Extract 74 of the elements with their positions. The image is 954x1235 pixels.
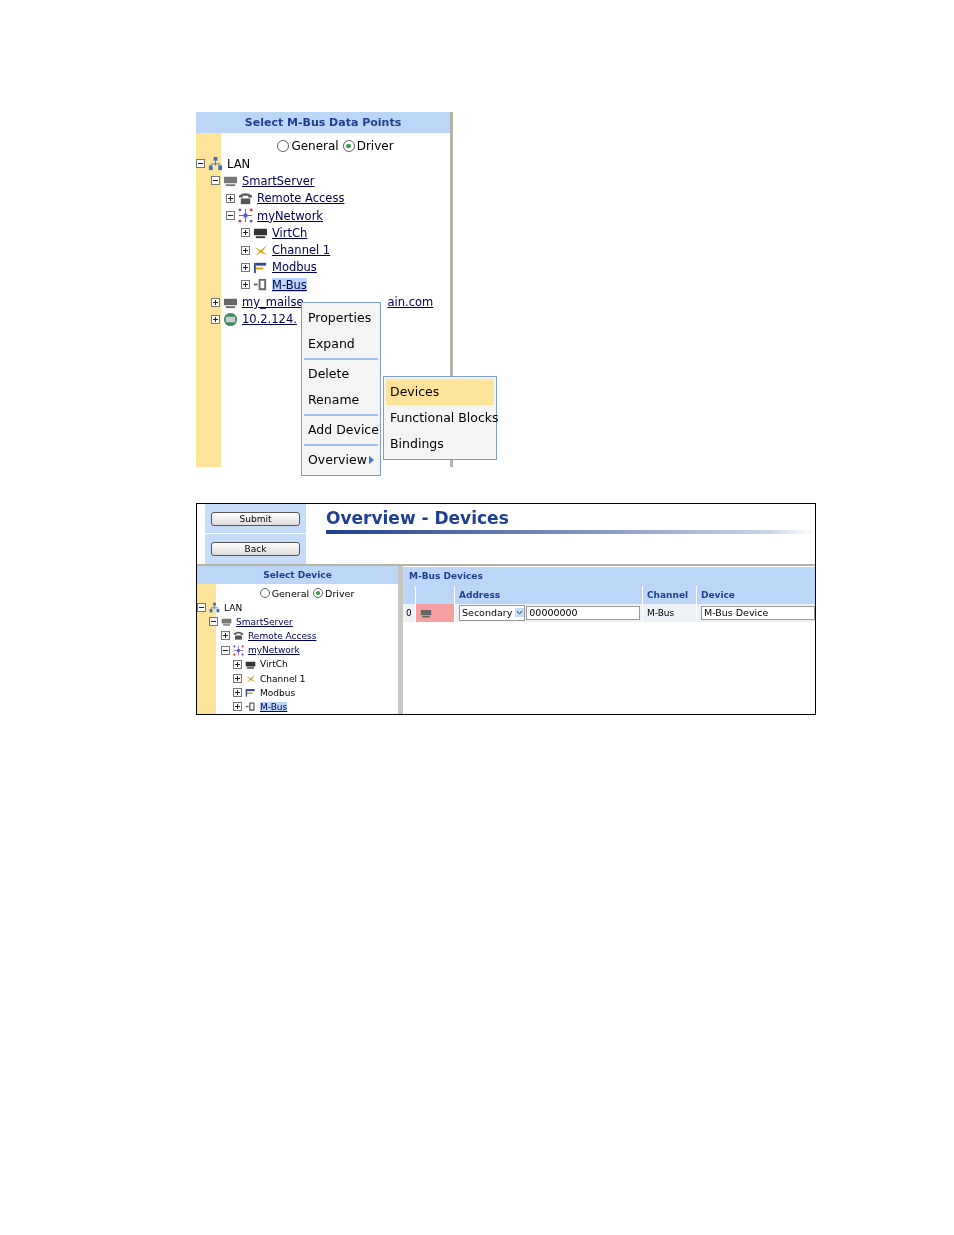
tree-item[interactable]: Remote Access <box>257 191 345 206</box>
tree-item[interactable]: my_mailse <box>242 295 304 309</box>
tree-item[interactable]: ain.com <box>387 295 434 309</box>
tree-item[interactable]: Channel 1 <box>272 243 331 258</box>
tree-item[interactable]: LAN <box>224 602 243 613</box>
tree-item[interactable]: M-Bus <box>272 277 307 292</box>
network-icon <box>208 156 223 172</box>
radio-label: General <box>271 587 310 599</box>
form-button[interactable]: Back <box>211 541 300 556</box>
globe-icon <box>223 311 238 327</box>
radio-button[interactable] <box>313 588 324 598</box>
radio-button[interactable] <box>277 140 290 152</box>
tree-item[interactable]: myNetwork <box>248 645 300 656</box>
expand-toggle[interactable] <box>241 245 250 255</box>
tree-item[interactable]: Modbus <box>272 260 317 275</box>
table-title: M-Bus Devices <box>403 566 815 586</box>
expand-toggle[interactable] <box>196 159 205 169</box>
lightning-icon <box>253 242 268 258</box>
radio-label: General <box>291 139 339 153</box>
menu-item[interactable]: Delete <box>304 361 378 387</box>
network-icon <box>233 644 244 656</box>
expand-toggle[interactable] <box>233 674 242 684</box>
expand-toggle[interactable] <box>233 688 242 698</box>
tree-item[interactable]: VirtCh <box>260 659 288 670</box>
menu-item[interactable]: Expand <box>304 331 378 357</box>
expand-toggle[interactable] <box>233 702 242 712</box>
expand-toggle[interactable] <box>233 659 242 669</box>
expand-toggle[interactable] <box>221 631 230 641</box>
tree-item[interactable]: LAN <box>227 156 251 171</box>
expand-toggle[interactable] <box>241 280 250 290</box>
address-field[interactable]: 00000000 <box>526 605 641 620</box>
submenu-arrow-icon <box>368 455 374 465</box>
expand-toggle[interactable] <box>221 645 230 655</box>
radio-label: Driver <box>325 587 355 599</box>
tree-item[interactable]: Remote Access <box>248 630 317 641</box>
expand-toggle[interactable] <box>241 262 250 272</box>
network-icon <box>238 208 253 224</box>
telephone-icon <box>233 630 244 642</box>
device-name-field[interactable]: M-Bus Device <box>701 605 815 620</box>
menu-item[interactable]: Add Device <box>304 417 378 443</box>
network-icon <box>209 602 220 614</box>
tree-item[interactable]: Channel 1 <box>260 673 306 684</box>
expand-toggle[interactable] <box>197 603 206 613</box>
table-cell: M-Bus <box>647 607 675 618</box>
expand-toggle[interactable] <box>211 176 220 186</box>
tree-item[interactable]: M-Bus <box>260 701 288 712</box>
flag-icon <box>245 687 256 699</box>
radio-label: Driver <box>356 139 394 153</box>
form-button[interactable]: Submit <box>211 511 300 526</box>
expand-toggle[interactable] <box>211 314 220 324</box>
menu-item[interactable]: Rename <box>304 387 378 413</box>
tree-item[interactable]: Modbus <box>260 687 296 698</box>
expand-toggle[interactable] <box>211 297 220 307</box>
expand-toggle[interactable] <box>226 211 235 221</box>
panel-title: Select M-Bus Data Points <box>196 112 450 133</box>
telephone-icon <box>238 190 253 206</box>
address-type-dropdown[interactable]: Secondary <box>459 604 526 621</box>
tree-item[interactable]: SmartServer <box>236 616 293 627</box>
expand-toggle[interactable] <box>241 228 250 238</box>
expand-toggle[interactable] <box>226 193 235 203</box>
radio-button[interactable] <box>259 588 270 598</box>
server-icon <box>221 616 232 628</box>
menu-item[interactable]: Bindings <box>386 431 494 457</box>
tree-item[interactable]: SmartServer <box>242 173 315 188</box>
tree-item[interactable]: VirtCh <box>272 225 308 240</box>
page-title: Overview - Devices <box>326 508 510 528</box>
radio-button[interactable] <box>342 140 355 152</box>
dropdown-arrow-icon <box>515 608 525 617</box>
menu-item[interactable]: Devices <box>386 379 494 405</box>
tree-item[interactable]: 10.2.124. <box>242 312 297 327</box>
tree-item[interactable]: myNetwork <box>257 208 324 223</box>
menu-item[interactable]: Properties <box>304 305 378 331</box>
expand-toggle[interactable] <box>209 617 218 627</box>
menu-item[interactable]: Overview <box>304 447 378 473</box>
